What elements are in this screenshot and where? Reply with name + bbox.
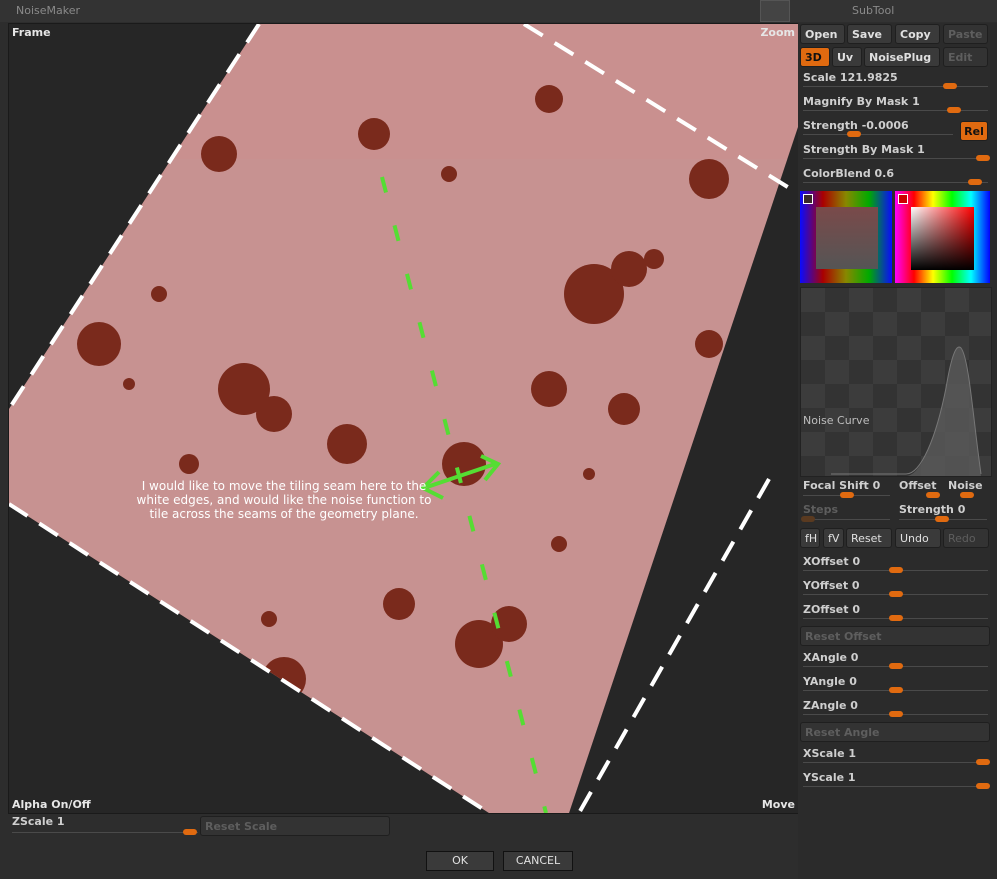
- frame-button[interactable]: Frame: [12, 26, 51, 39]
- edit-button[interactable]: Edit: [943, 47, 988, 67]
- settings-panel: Open Save Copy Paste 3D Uv NoisePlug Edi…: [798, 23, 997, 879]
- zoffset-slider[interactable]: ZOffset 0: [803, 603, 988, 625]
- xangle-label: XAngle 0: [803, 651, 859, 664]
- zoffset-slider-knob[interactable]: [889, 615, 903, 621]
- zoom-button[interactable]: Zoom: [760, 26, 795, 39]
- save-button[interactable]: Save: [847, 24, 892, 44]
- yscale-slider-track: [803, 786, 988, 787]
- xscale-slider-track: [803, 762, 988, 763]
- xoffset-label: XOffset 0: [803, 555, 861, 568]
- reset-scale-button[interactable]: Reset Scale: [200, 816, 390, 836]
- secondary-color-swatch[interactable]: [803, 194, 813, 204]
- undo-button[interactable]: Undo: [895, 528, 941, 548]
- move-button[interactable]: Move: [762, 798, 795, 811]
- steps-slider-track: [803, 519, 890, 520]
- strength-slider-track: [803, 134, 953, 135]
- yscale-slider[interactable]: YScale 1: [803, 771, 990, 793]
- strength2-label: Strength 0: [899, 503, 966, 516]
- strength-by-mask-label: Strength By Mask 1: [803, 143, 925, 156]
- uv-button[interactable]: Uv: [832, 47, 862, 67]
- strength-by-mask-slider-track: [803, 158, 988, 159]
- colorblend-slider[interactable]: ColorBlend 0.6: [803, 167, 988, 189]
- focal-shift-label: Focal Shift 0: [803, 479, 881, 492]
- noiseplug-button[interactable]: NoisePlug: [864, 47, 940, 67]
- zangle-label: ZAngle 0: [803, 699, 858, 712]
- magnify-label: Magnify By Mask 1: [803, 95, 920, 108]
- strength-slider[interactable]: Strength -0.0006: [803, 119, 953, 141]
- steps-label: Steps: [803, 503, 839, 516]
- paste-button[interactable]: Paste: [943, 24, 988, 44]
- colorblend-slider-knob[interactable]: [968, 179, 982, 185]
- noise-curve-label: Noise Curve: [803, 414, 870, 427]
- offset-label: Offset: [899, 479, 937, 492]
- xscale-slider-knob[interactable]: [976, 759, 990, 765]
- yangle-label: YAngle 0: [803, 675, 857, 688]
- main-color-swatch[interactable]: [898, 194, 908, 204]
- scale-label: Scale 121.9825: [803, 71, 898, 84]
- annotation-text: I would like to move the tiling seam her…: [136, 479, 432, 521]
- window-title: NoiseMaker: [16, 4, 81, 17]
- flip-v-button[interactable]: fV: [823, 528, 844, 548]
- xscale-slider[interactable]: XScale 1: [803, 747, 990, 769]
- cancel-button[interactable]: CANCEL: [503, 851, 573, 871]
- xoffset-slider-knob[interactable]: [889, 567, 903, 573]
- zangle-slider-knob[interactable]: [889, 711, 903, 717]
- yoffset-slider-knob[interactable]: [889, 591, 903, 597]
- zangle-slider[interactable]: ZAngle 0: [803, 699, 988, 721]
- bottom-controls: ZScale 1 Reset Scale: [8, 813, 798, 879]
- noise-curve-graph: [801, 288, 991, 476]
- noise-curve-editor[interactable]: Noise Curve: [800, 287, 992, 477]
- noise-plane: [9, 24, 799, 813]
- main-color-picker[interactable]: [895, 191, 990, 283]
- yangle-slider[interactable]: YAngle 0: [803, 675, 988, 697]
- noise-preview-viewport[interactable]: Frame Zoom Alpha On/Off Move I would lik…: [8, 23, 800, 814]
- offset-slider-knob[interactable]: [926, 492, 940, 498]
- strength-by-mask-slider[interactable]: Strength By Mask 1: [803, 143, 990, 165]
- redo-button[interactable]: Redo: [943, 528, 989, 548]
- strength-by-mask-slider-knob[interactable]: [976, 155, 990, 161]
- zscale-slider-knob[interactable]: [183, 829, 197, 835]
- reset-angle-button[interactable]: Reset Angle: [800, 722, 990, 742]
- colorblend-slider-track: [803, 182, 988, 183]
- title-bar: NoiseMaker SubTool: [0, 0, 997, 22]
- flip-h-button[interactable]: fH: [800, 528, 820, 548]
- mode-3d-button[interactable]: 3D: [800, 47, 830, 67]
- ok-button[interactable]: OK: [426, 851, 494, 871]
- yangle-slider-knob[interactable]: [889, 687, 903, 693]
- yscale-label: YScale 1: [803, 771, 856, 784]
- strength-slider-knob[interactable]: [847, 131, 861, 137]
- yoffset-slider[interactable]: YOffset 0: [803, 579, 988, 601]
- secondary-color-picker[interactable]: [800, 191, 892, 283]
- copy-button[interactable]: Copy: [895, 24, 940, 44]
- colorblend-label: ColorBlend 0.6: [803, 167, 895, 180]
- yscale-slider-knob[interactable]: [976, 783, 990, 789]
- open-button[interactable]: Open: [800, 24, 845, 44]
- reset-offset-button[interactable]: Reset Offset: [800, 626, 990, 646]
- yoffset-label: YOffset 0: [803, 579, 860, 592]
- xangle-slider[interactable]: XAngle 0: [803, 651, 988, 673]
- subtool-label: SubTool: [852, 4, 895, 17]
- steps-slider-knob[interactable]: [801, 516, 815, 522]
- pin-icon[interactable]: [760, 0, 790, 22]
- rel-button[interactable]: Rel: [960, 121, 988, 141]
- scale-slider-track: [803, 86, 988, 87]
- xangle-slider-knob[interactable]: [889, 663, 903, 669]
- noise-slider-knob[interactable]: [960, 492, 974, 498]
- zscale-slider-track[interactable]: [12, 832, 198, 833]
- scale-slider-knob[interactable]: [943, 83, 957, 89]
- noise-label: Noise: [948, 479, 983, 492]
- alpha-toggle-button[interactable]: Alpha On/Off: [12, 798, 91, 811]
- reset-curve-button[interactable]: Reset: [846, 528, 892, 548]
- focal-shift-slider-knob[interactable]: [840, 492, 854, 498]
- xoffset-slider[interactable]: XOffset 0: [803, 555, 988, 577]
- zscale-label: ZScale 1: [12, 815, 65, 828]
- magnify-slider-knob[interactable]: [947, 107, 961, 113]
- magnify-by-mask-slider[interactable]: Magnify By Mask 1: [803, 95, 988, 117]
- xscale-label: XScale 1: [803, 747, 857, 760]
- zoffset-label: ZOffset 0: [803, 603, 860, 616]
- strength2-slider-knob[interactable]: [935, 516, 949, 522]
- scale-slider[interactable]: Scale 121.9825: [803, 71, 988, 93]
